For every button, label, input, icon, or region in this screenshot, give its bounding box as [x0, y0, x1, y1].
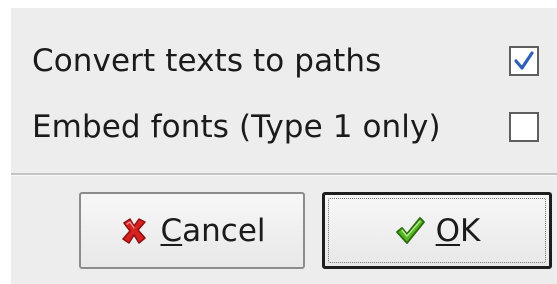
- separator: [11, 173, 557, 176]
- option-row-convert-texts[interactable]: Convert texts to paths: [11, 36, 557, 86]
- embed-fonts-label: Embed fonts (Type 1 only): [32, 109, 441, 145]
- ok-button[interactable]: OK: [322, 192, 552, 269]
- green-checkmark-icon: [395, 216, 425, 244]
- cancel-button[interactable]: Cancel: [79, 192, 305, 269]
- export-options-dialog: Convert texts to paths Embed fonts (Type…: [11, 8, 557, 284]
- option-row-embed-fonts[interactable]: Embed fonts (Type 1 only): [11, 102, 557, 152]
- checkmark-icon: [514, 51, 534, 70]
- red-x-icon: [122, 217, 147, 244]
- embed-fonts-checkbox[interactable]: [509, 112, 539, 142]
- convert-texts-checkbox[interactable]: [509, 46, 539, 76]
- ok-button-label: OK: [435, 212, 481, 249]
- convert-texts-label: Convert texts to paths: [32, 43, 382, 79]
- cancel-button-label: Cancel: [160, 212, 266, 249]
